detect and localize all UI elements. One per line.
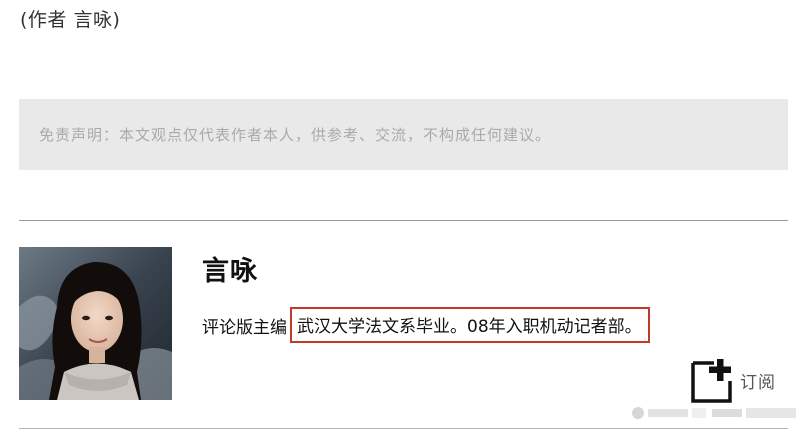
author-credit: (作者 言咏) [20,9,121,31]
article-page: (作者 言咏) 免责声明：本文观点仅代表作者本人，供参考、交流，不构成任何建议。 [0,0,810,442]
author-portrait-image [19,247,172,400]
watermark-image [632,407,796,419]
author-avatar [19,247,172,400]
bio-highlighted-text: 武汉大学法文系毕业。08年入职机动记者部。 [290,307,650,343]
subscribe-plus-icon [691,359,732,403]
subscribe-button[interactable]: 订阅 [690,357,790,403]
author-name: 言咏 [202,256,258,287]
section-divider [19,220,788,221]
author-bio: 评论版主编 武汉大学法文系毕业。08年入职机动记者部。 [202,307,650,343]
section-divider-bottom [19,428,788,429]
author-title: 评论版主编 [202,317,287,338]
disclaimer-text: 免责声明：本文观点仅代表作者本人，供参考、交流，不构成任何建议。 [39,126,552,144]
subscribe-label: 订阅 [740,372,776,393]
disclaimer-box: 免责声明：本文观点仅代表作者本人，供参考、交流，不构成任何建议。 [19,99,788,170]
